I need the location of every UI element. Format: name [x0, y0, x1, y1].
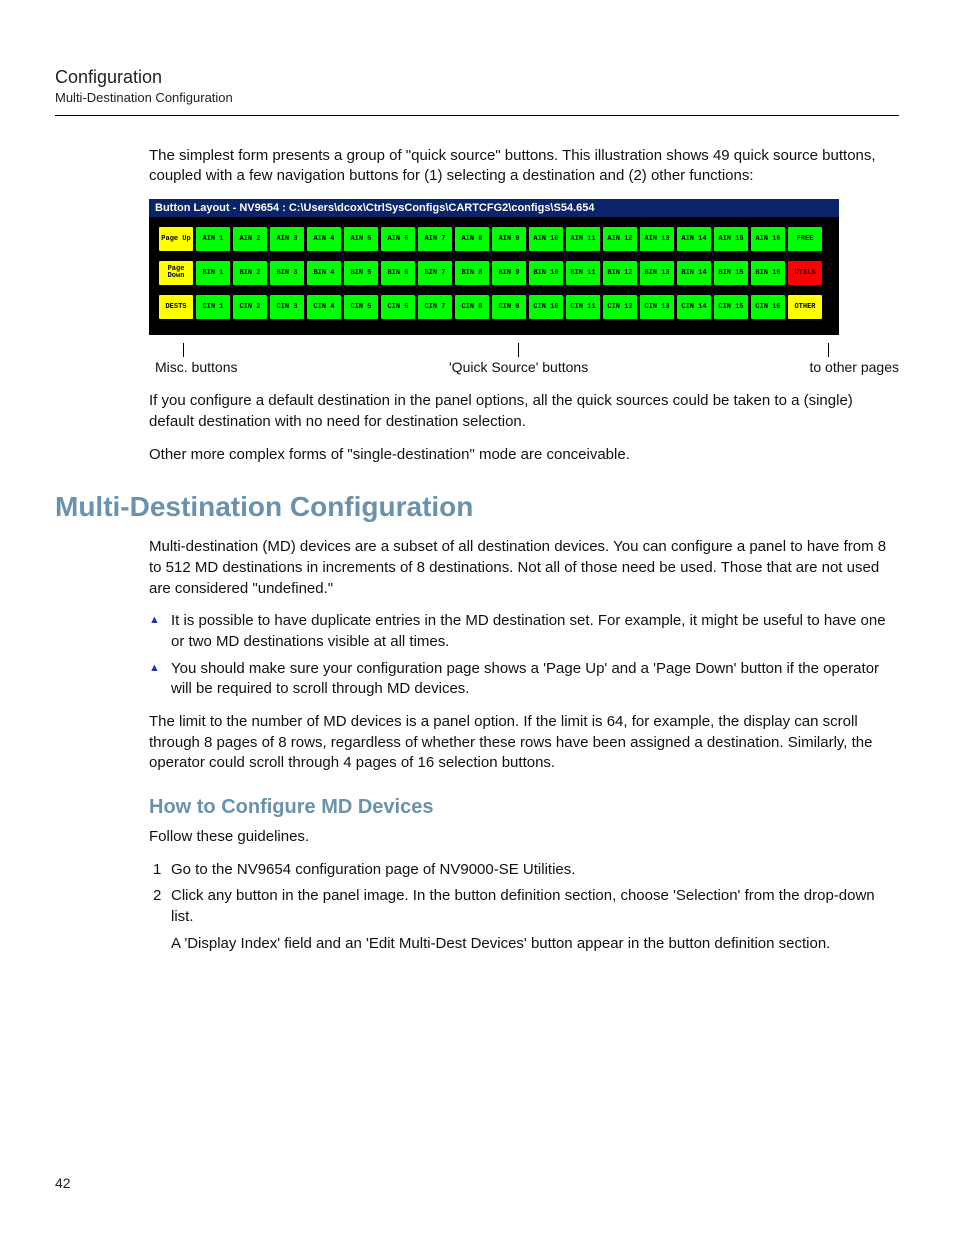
- panel-button[interactable]: CIN 2: [233, 295, 267, 319]
- panel-button[interactable]: AIN 3: [270, 227, 304, 251]
- running-header-subtitle: Multi-Destination Configuration: [55, 90, 899, 105]
- md-paragraph-2: The limit to the number of MD devices is…: [149, 712, 889, 774]
- panel-button[interactable]: CIN 14: [677, 295, 711, 319]
- callout-tick: [183, 343, 184, 357]
- panel-button[interactable]: BIN 10: [529, 261, 563, 285]
- button-row: Page DownBIN 1BIN 2BIN 3BIN 4BIN 5BIN 6B…: [159, 261, 829, 285]
- panel-button[interactable]: BIN 13: [640, 261, 674, 285]
- header-rule: [55, 115, 899, 116]
- intro-paragraph: The simplest form presents a group of "q…: [149, 146, 889, 187]
- button-layout-figure: Button Layout - NV9654 : C:\Users\dcox\C…: [149, 199, 839, 335]
- panel-button[interactable]: AIN 7: [418, 227, 452, 251]
- panel-button[interactable]: AIN 10: [529, 227, 563, 251]
- panel-button[interactable]: BIN 9: [492, 261, 526, 285]
- callout-quick: 'Quick Source' buttons: [449, 343, 588, 375]
- panel-button[interactable]: BIN 7: [418, 261, 452, 285]
- panel-button[interactable]: AIN 12: [603, 227, 637, 251]
- callout-misc-label: Misc. buttons: [155, 359, 237, 375]
- button-panel: Page UpAIN 1AIN 2AIN 3AIN 4AIN 5AIN 6AIN…: [149, 217, 839, 335]
- panel-button[interactable]: BIN 12: [603, 261, 637, 285]
- panel-button[interactable]: AIN 1: [196, 227, 230, 251]
- panel-button[interactable]: BIN 5: [344, 261, 378, 285]
- panel-button[interactable]: AIN 5: [344, 227, 378, 251]
- panel-button[interactable]: BIN 1: [196, 261, 230, 285]
- panel-button[interactable]: AIN 14: [677, 227, 711, 251]
- md-bullet-list: It is possible to have duplicate entries…: [149, 611, 889, 700]
- panel-button[interactable]: UTILS: [788, 261, 822, 285]
- callout-other-label: to other pages: [809, 359, 899, 375]
- panel-button[interactable]: BIN 16: [751, 261, 785, 285]
- step-item: Go to the NV9654 configuration page of N…: [149, 860, 889, 881]
- how-intro-text: Follow these guidelines.: [149, 827, 889, 848]
- callout-tick: [518, 343, 519, 357]
- panel-button[interactable]: BIN 14: [677, 261, 711, 285]
- running-header-title: Configuration: [55, 68, 899, 88]
- panel-button[interactable]: CIN 5: [344, 295, 378, 319]
- panel-button[interactable]: BIN 8: [455, 261, 489, 285]
- md-p1-text: Multi-destination (MD) devices are a sub…: [149, 537, 889, 599]
- callout-misc: Misc. buttons: [155, 343, 237, 375]
- panel-button[interactable]: FREE: [788, 227, 822, 251]
- step-subtext: A 'Display Index' field and an 'Edit Mul…: [171, 934, 889, 955]
- panel-button[interactable]: CIN 6: [381, 295, 415, 319]
- panel-button[interactable]: CIN 3: [270, 295, 304, 319]
- bullet-item: You should make sure your configuration …: [149, 659, 889, 700]
- panel-button[interactable]: CIN 12: [603, 295, 637, 319]
- configure-steps-list: Go to the NV9654 configuration page of N…: [149, 860, 889, 955]
- after-fig-p2: Other more complex forms of "single-dest…: [149, 445, 889, 466]
- panel-button[interactable]: AIN 11: [566, 227, 600, 251]
- panel-button[interactable]: CIN 11: [566, 295, 600, 319]
- panel-button[interactable]: CIN 1: [196, 295, 230, 319]
- panel-button[interactable]: Page Up: [159, 227, 193, 251]
- how-intro: Follow these guidelines.: [149, 827, 889, 848]
- panel-button[interactable]: CIN 4: [307, 295, 341, 319]
- panel-button[interactable]: AIN 8: [455, 227, 489, 251]
- panel-button[interactable]: BIN 15: [714, 261, 748, 285]
- bullet-item: It is possible to have duplicate entries…: [149, 611, 889, 652]
- intro-text: The simplest form presents a group of "q…: [149, 146, 889, 187]
- panel-button[interactable]: CIN 9: [492, 295, 526, 319]
- callout-other: to other pages: [809, 343, 899, 375]
- window-titlebar: Button Layout - NV9654 : C:\Users\dcox\C…: [149, 199, 839, 217]
- button-row: Page UpAIN 1AIN 2AIN 3AIN 4AIN 5AIN 6AIN…: [159, 227, 829, 251]
- callout-quick-label: 'Quick Source' buttons: [449, 359, 588, 375]
- panel-button[interactable]: AIN 16: [751, 227, 785, 251]
- panel-button[interactable]: BIN 11: [566, 261, 600, 285]
- panel-button[interactable]: BIN 2: [233, 261, 267, 285]
- panel-button[interactable]: CIN 10: [529, 295, 563, 319]
- panel-button[interactable]: Page Down: [159, 261, 193, 285]
- panel-button[interactable]: BIN 3: [270, 261, 304, 285]
- panel-button[interactable]: BIN 6: [381, 261, 415, 285]
- panel-button[interactable]: CIN 7: [418, 295, 452, 319]
- after-fig-p1: If you configure a default destination i…: [149, 391, 889, 432]
- panel-button[interactable]: CIN 13: [640, 295, 674, 319]
- panel-button[interactable]: CIN 16: [751, 295, 785, 319]
- panel-button[interactable]: DESTS: [159, 295, 193, 319]
- md-paragraph-1: Multi-destination (MD) devices are a sub…: [149, 537, 889, 599]
- md-p2-text: The limit to the number of MD devices is…: [149, 712, 889, 774]
- panel-button[interactable]: OTHER: [788, 295, 822, 319]
- panel-button[interactable]: AIN 9: [492, 227, 526, 251]
- panel-button[interactable]: AIN 4: [307, 227, 341, 251]
- after-figure-text: If you configure a default destination i…: [149, 391, 889, 465]
- section-heading-multi-destination: Multi-Destination Configuration: [55, 491, 899, 523]
- panel-button[interactable]: BIN 4: [307, 261, 341, 285]
- document-page: Configuration Multi-Destination Configur…: [0, 0, 954, 1231]
- subsection-heading-how-to-configure: How to Configure MD Devices: [149, 796, 899, 819]
- figure-callouts: Misc. buttons 'Quick Source' buttons to …: [149, 343, 839, 387]
- step-item: Click any button in the panel image. In …: [149, 886, 889, 954]
- callout-tick: [828, 343, 829, 357]
- panel-button[interactable]: AIN 15: [714, 227, 748, 251]
- panel-button[interactable]: AIN 2: [233, 227, 267, 251]
- page-number: 42: [55, 1175, 899, 1191]
- button-row: DESTSCIN 1CIN 2CIN 3CIN 4CIN 5CIN 6CIN 7…: [159, 295, 829, 319]
- panel-button[interactable]: AIN 6: [381, 227, 415, 251]
- panel-button[interactable]: AIN 13: [640, 227, 674, 251]
- panel-button[interactable]: CIN 8: [455, 295, 489, 319]
- panel-button[interactable]: CIN 15: [714, 295, 748, 319]
